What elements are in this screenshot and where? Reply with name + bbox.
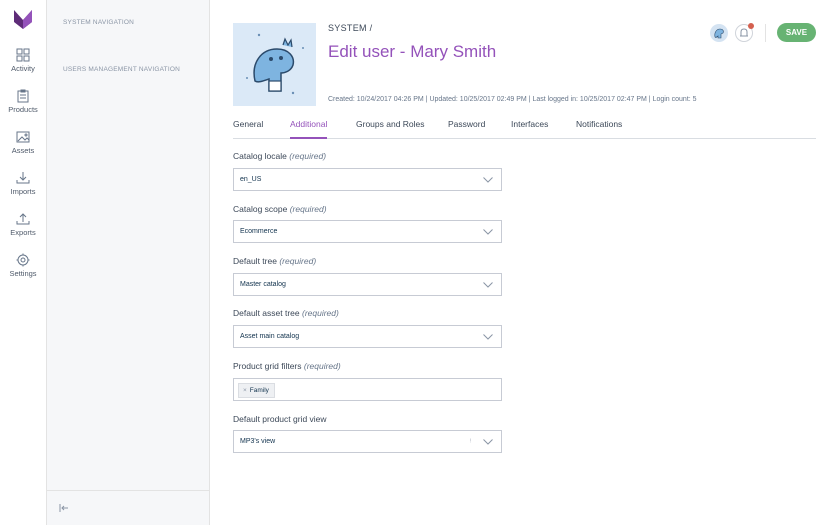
app-logo[interactable] bbox=[12, 8, 34, 30]
required-marker: (required) bbox=[279, 256, 317, 266]
menu-label: Activity bbox=[11, 64, 35, 73]
field-label-text: Default asset tree bbox=[233, 308, 300, 318]
header-divider bbox=[765, 24, 766, 42]
tag-label: Family bbox=[249, 387, 269, 394]
field-label-text: Default product grid view bbox=[233, 414, 327, 424]
system-navigation-title: SYSTEM NAVIGATION bbox=[63, 19, 135, 26]
menu-label: Exports bbox=[10, 228, 36, 237]
clear-selection-icon[interactable]: ᵎ bbox=[470, 438, 471, 445]
tab-bar: General Additional Groups and Roles Pass… bbox=[233, 119, 816, 139]
tab-general[interactable]: General bbox=[233, 119, 263, 139]
default-product-grid-view-label: Default product grid view bbox=[233, 414, 327, 424]
menu-item-exports[interactable]: Exports bbox=[0, 212, 46, 248]
select-value: Asset main catalog bbox=[240, 333, 300, 340]
gear-icon bbox=[16, 253, 30, 267]
required-marker: (required) bbox=[302, 308, 339, 318]
tab-interfaces[interactable]: Interfaces bbox=[511, 119, 548, 139]
filter-tag: × Family bbox=[238, 383, 275, 398]
chevron-down-icon bbox=[483, 229, 493, 235]
chevron-down-icon bbox=[483, 439, 493, 445]
notifications-button[interactable] bbox=[735, 23, 754, 42]
collapse-panel-icon[interactable] bbox=[59, 503, 69, 513]
product-grid-filters-multiselect[interactable]: × Family bbox=[233, 378, 502, 401]
select-value: Master catalog bbox=[240, 281, 286, 288]
chevron-down-icon bbox=[483, 282, 493, 288]
catalog-scope-select[interactable]: Ecommerce bbox=[233, 220, 502, 243]
clipboard-icon bbox=[17, 89, 29, 103]
chevron-down-icon bbox=[483, 177, 493, 183]
menu-item-products[interactable]: Products bbox=[0, 89, 46, 125]
default-asset-tree-label: Default asset tree (required) bbox=[233, 308, 339, 318]
menu-item-settings[interactable]: Settings bbox=[0, 253, 46, 289]
download-icon bbox=[16, 172, 30, 184]
tab-notifications[interactable]: Notifications bbox=[576, 119, 622, 139]
upload-icon bbox=[16, 213, 30, 225]
user-meta-info: Created: 10/24/2017 04:26 PM | Updated: … bbox=[328, 96, 697, 103]
main-menu: Activity Products Assets Imports Exports… bbox=[0, 0, 47, 525]
product-grid-filters-label: Product grid filters (required) bbox=[233, 361, 341, 371]
catalog-scope-label: Catalog scope (required) bbox=[233, 204, 327, 214]
select-value: MP3's view bbox=[240, 438, 276, 445]
menu-label: Imports bbox=[10, 187, 36, 196]
catalog-locale-label: Catalog locale (required) bbox=[233, 151, 326, 161]
notification-badge bbox=[748, 23, 754, 29]
menu-label: Assets bbox=[11, 146, 35, 155]
save-button[interactable]: SAVE bbox=[777, 23, 816, 42]
help-mascot-icon bbox=[714, 28, 724, 39]
default-asset-tree-select[interactable]: Asset main catalog bbox=[233, 325, 502, 348]
breadcrumb[interactable]: SYSTEM / bbox=[328, 23, 372, 33]
user-avatar[interactable] bbox=[233, 23, 316, 106]
page-title: Edit user - Mary Smith bbox=[328, 42, 497, 61]
tab-groups-and-roles[interactable]: Groups and Roles bbox=[356, 119, 425, 139]
help-button[interactable] bbox=[710, 24, 728, 42]
select-value: Ecommerce bbox=[240, 228, 278, 235]
field-label-text: Catalog scope bbox=[233, 204, 288, 214]
image-icon bbox=[16, 131, 30, 143]
required-marker: (required) bbox=[289, 151, 327, 161]
field-label-text: Product grid filters bbox=[233, 361, 302, 371]
menu-label: Settings bbox=[9, 269, 37, 278]
menu-item-activity[interactable]: Activity bbox=[0, 48, 46, 84]
menu-label: Products bbox=[8, 105, 38, 114]
catalog-locale-select[interactable]: en_US bbox=[233, 168, 502, 191]
users-management-navigation-title: USERS MANAGEMENT NAVIGATION bbox=[63, 66, 180, 73]
field-label-text: Catalog locale bbox=[233, 151, 287, 161]
default-tree-select[interactable]: Master catalog bbox=[233, 273, 502, 296]
chevron-down-icon bbox=[483, 334, 493, 340]
dashboard-grid-icon bbox=[16, 48, 30, 62]
menu-item-imports[interactable]: Imports bbox=[0, 171, 46, 207]
collapse-bar bbox=[47, 490, 209, 525]
mascot-avatar-image bbox=[233, 23, 316, 106]
tab-password[interactable]: Password bbox=[448, 119, 485, 139]
menu-item-assets[interactable]: Assets bbox=[0, 130, 46, 166]
secondary-navigation: SYSTEM NAVIGATION USERS MANAGEMENT NAVIG… bbox=[47, 0, 210, 525]
select-value: en_US bbox=[240, 176, 262, 183]
required-marker: (required) bbox=[303, 361, 341, 371]
field-label-text: Default tree bbox=[233, 256, 277, 266]
default-product-grid-view-select[interactable]: MP3's view ᵎ bbox=[233, 430, 502, 453]
remove-tag-icon[interactable]: × bbox=[243, 387, 247, 394]
default-tree-label: Default tree (required) bbox=[233, 256, 316, 266]
tab-additional[interactable]: Additional bbox=[290, 119, 328, 139]
required-marker: (required) bbox=[289, 204, 327, 214]
